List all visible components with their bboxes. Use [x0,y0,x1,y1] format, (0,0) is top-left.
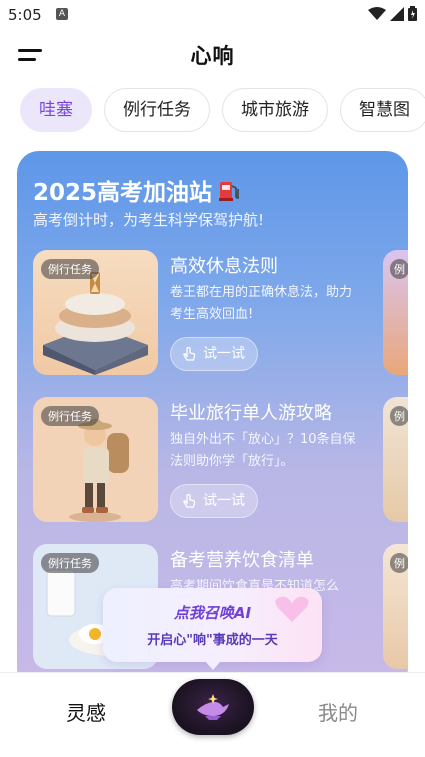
try-button[interactable]: 试一试 [170,337,258,371]
task-card[interactable]: 例行任务 毕业旅行单人游攻略 独自外出不「放心」？10条自保法则助你学「放行」。… [33,397,393,522]
card-desc: 卷王都在用的正确休息法，助力考生高效回血! [170,285,353,322]
card-title: 高效休息法则 [170,256,278,277]
panel-title-text: 2025高考加油站 [33,180,213,206]
battery-icon [408,6,417,21]
bottom-nav: 灵感 我的 [0,672,425,757]
next-card-peek[interactable]: 例 [383,544,408,669]
app-title: 心响 [190,44,235,68]
card-badge: 例 [390,406,408,426]
next-card-peek[interactable]: 例 [383,397,408,522]
card-badge: 例行任务 [41,406,99,426]
ai-bubble-subtitle: 开启心"响"事成的一天 [147,633,278,648]
magic-lamp-icon [197,694,229,720]
card-title: 毕业旅行单人游攻略 [170,403,332,424]
card-image-traveler: 例行任务 [33,397,158,522]
tab-smart-map[interactable]: 智慧图 [340,88,425,132]
ai-lamp-button[interactable] [172,679,254,735]
hand-tap-icon [183,346,196,361]
notification-icon: A [56,8,68,20]
heart-decoration-icon [275,596,309,622]
panel-title: 2025高考加油站 [33,173,242,207]
app-bar: 心响 [0,34,425,78]
status-bar: 5:05 A [0,0,425,30]
tab-routine-tasks[interactable]: 例行任务 [104,88,210,132]
card-image-rest: 例行任务 [33,250,158,375]
try-button-label: 试一试 [203,346,245,362]
nav-mine[interactable]: 我的 [318,697,358,726]
tab-city-travel[interactable]: 城市旅游 [222,88,328,132]
wifi-icon [368,6,386,20]
card-title: 备考营养饮食清单 [170,550,314,571]
task-card[interactable]: 例行任务 高效休息法则 卷王都在用的正确休息法，助力考生高效回血! 试一试 [33,250,393,375]
status-time: 5:05 [8,6,42,24]
try-button-label: 试一试 [203,493,245,509]
next-card-peek[interactable]: 例 [383,250,408,375]
status-icons [368,6,417,21]
card-desc: 独自外出不「放心」？10条自保法则助你学「放行」。 [170,432,356,469]
try-button[interactable]: 试一试 [170,484,258,518]
hand-tap-icon [183,493,196,508]
card-badge: 例行任务 [41,553,99,573]
card-badge: 例 [390,553,408,573]
card-badge: 例行任务 [41,259,99,279]
bubble-tail [205,661,221,670]
signal-icon [390,6,404,21]
nav-inspiration[interactable]: 灵感 [66,697,106,726]
category-tabs: 哇塞 例行任务 城市旅游 智慧图 [20,88,425,134]
ai-summon-bubble[interactable]: 点我召唤AI 开启心"响"事成的一天 [103,588,322,670]
tab-wasai[interactable]: 哇塞 [20,88,92,132]
fuel-pump-icon [219,182,239,201]
card-badge: 例 [390,259,408,279]
panel-subtitle: 高考倒计时，为考生科学保驾护航! [33,211,265,229]
